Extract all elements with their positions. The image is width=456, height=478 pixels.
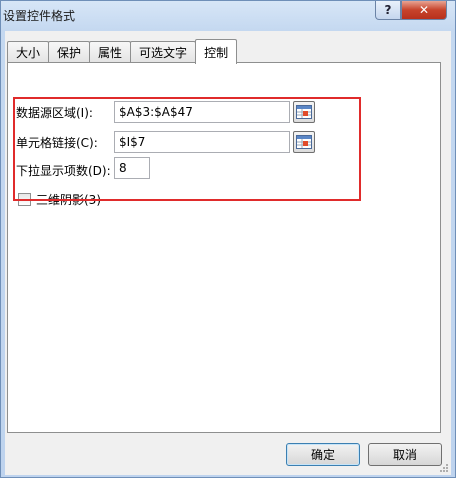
title-bar[interactable]: 设置控件格式 ? ✕ [1,1,455,31]
cell-link-row: 单元格链接(C): [16,134,98,151]
ok-button-label: 确定 [310,448,335,462]
tab-protection[interactable]: 保护 [48,41,91,63]
drop-down-lines-label: 下拉显示项数(D): [16,164,111,178]
tab-label: 属性 [98,46,123,60]
tab-label: 控制 [204,45,229,60]
range-select-icon [296,105,312,119]
cancel-button[interactable]: 取消 [368,443,442,466]
cell-link-select-button[interactable] [293,131,315,153]
resize-grip-icon[interactable] [439,463,449,473]
input-range-row: 数据源区域(I): [16,104,93,121]
tab-properties[interactable]: 属性 [89,41,132,63]
tab-label: 保护 [57,46,82,60]
tab-size[interactable]: 大小 [7,41,50,63]
dialog-client: 大小 保护 属性 可选文字 控制 数据源区域(I): $A$3:$A$47 单元… [5,31,451,475]
help-icon: ? [384,3,392,17]
shading-3d-row[interactable]: 三维阴影(3) [18,191,101,208]
tab-alt-text[interactable]: 可选文字 [130,41,197,63]
cell-link-label: 单元格链接(C): [16,136,98,150]
ok-button[interactable]: 确定 [286,443,360,466]
drop-down-lines-row: 下拉显示项数(D): [16,162,111,179]
tab-strip: 大小 保护 属性 可选文字 控制 [7,39,238,64]
tab-label: 大小 [16,46,41,60]
input-range-label: 数据源区域(I): [16,106,93,120]
input-range-select-button[interactable] [293,101,315,123]
tab-label: 可选文字 [139,46,188,60]
close-icon: ✕ [418,3,430,17]
help-button[interactable]: ? [375,1,401,20]
range-select-icon [296,135,312,149]
dialog-title: 设置控件格式 [3,9,76,23]
input-range-field[interactable] [114,101,290,123]
drop-down-lines-field[interactable] [114,157,150,179]
checkbox-icon[interactable] [18,193,31,206]
cell-link-field[interactable] [114,131,290,153]
control-panel: 数据源区域(I): 单元格链接(C): [7,62,441,433]
tab-control[interactable]: 控制 [195,39,238,64]
close-button[interactable]: ✕ [401,1,447,20]
dialog-window: 设置控件格式 ? ✕ 大小 保护 属性 可选文字 控制 数据源区域(I): $A… [0,0,456,478]
cancel-button-label: 取消 [392,448,417,462]
shading-3d-label: 三维阴影(3) [36,193,101,207]
